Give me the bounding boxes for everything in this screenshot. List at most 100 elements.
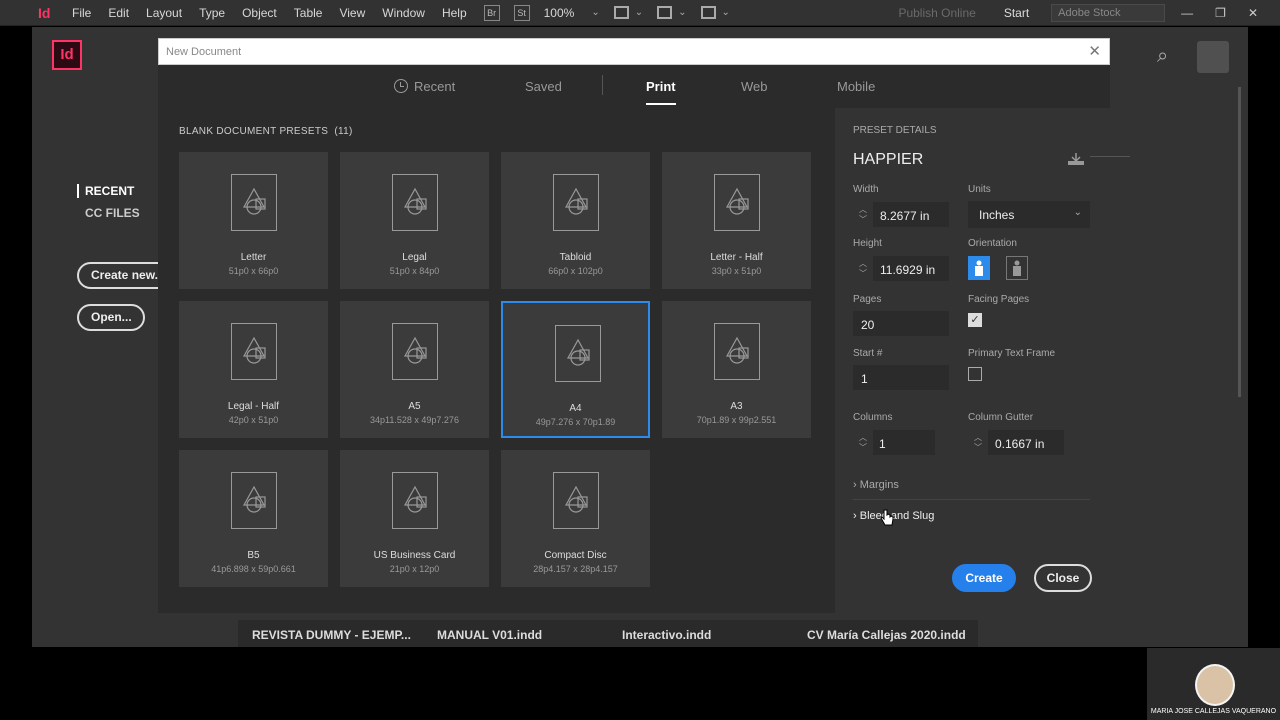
preset-card[interactable]: US Business Card 21p0 x 12p0: [340, 450, 489, 587]
workspace-switcher[interactable]: Start: [1004, 6, 1029, 20]
document-shape-icon: [231, 174, 277, 231]
start-label: Start #: [853, 348, 883, 359]
close-window-icon[interactable]: ✕: [1248, 6, 1258, 20]
preset-card[interactable]: A3 70p1.89 x 99p2.551: [662, 301, 811, 438]
presets-heading: BLANK DOCUMENT PRESETS (11): [179, 126, 353, 137]
nav-cc-files[interactable]: CC FILES: [77, 206, 140, 220]
portrait-icon[interactable]: [968, 256, 990, 280]
document-shape-icon: [392, 472, 438, 529]
pages-value: 20: [861, 318, 875, 332]
preset-card[interactable]: A4 49p7.276 x 70p1.89: [501, 301, 650, 438]
hand-cursor-icon: [880, 508, 894, 528]
recent-file[interactable]: CV María Callejas 2020.indd: [793, 620, 978, 647]
adobe-stock-search[interactable]: Adobe Stock: [1051, 3, 1166, 22]
margins-label: Margins: [859, 479, 899, 491]
maximize-icon[interactable]: ❐: [1215, 6, 1226, 20]
new-document-dialog: New Document ✕ Recent Saved Print Web Mo…: [158, 38, 1130, 613]
width-stepper[interactable]: ︿ ﹀: [859, 205, 867, 225]
dialog-title: New Document: [166, 46, 242, 58]
primary-text-frame-checkbox[interactable]: [968, 367, 982, 381]
chevron-down-icon[interactable]: ⌄: [635, 7, 643, 18]
recent-file[interactable]: MANUAL V01.indd: [423, 620, 608, 647]
facing-pages-label: Facing Pages: [968, 294, 1030, 305]
document-shape-icon: [714, 174, 760, 231]
document-shape-icon: [231, 472, 277, 529]
units-select[interactable]: Inches ⌄: [968, 201, 1090, 228]
preset-size: 70p1.89 x 99p2.551: [696, 415, 777, 425]
chevron-down-icon[interactable]: ⌄: [591, 7, 599, 18]
document-shape-icon: [392, 174, 438, 231]
preset-name: Legal - Half: [227, 401, 280, 412]
menu-layout[interactable]: Layout: [146, 6, 182, 20]
presenter-photo: [1195, 664, 1235, 706]
preset-card[interactable]: Legal 51p0 x 84p0: [340, 152, 489, 289]
save-preset-icon[interactable]: [1067, 152, 1085, 166]
preset-card[interactable]: Letter 51p0 x 66p0: [179, 152, 328, 289]
menu-view[interactable]: View: [339, 6, 365, 20]
tab-recent[interactable]: Recent: [394, 79, 455, 94]
preset-name: Legal: [402, 252, 427, 263]
search-icon[interactable]: ⌕: [1157, 45, 1168, 68]
menu-table[interactable]: Table: [294, 6, 323, 20]
nav-recent[interactable]: RECENT: [77, 184, 140, 198]
columns-stepper[interactable]: ︿ ﹀: [859, 433, 867, 453]
chevron-down-icon[interactable]: ⌄: [722, 7, 730, 18]
minimize-icon[interactable]: —: [1181, 6, 1193, 20]
preset-name: B5: [247, 550, 260, 561]
indesign-logo-small: Id: [38, 4, 51, 21]
preset-name: US Business Card: [373, 550, 456, 561]
menu-window[interactable]: Window: [382, 6, 425, 20]
margins-section[interactable]: › Margins: [853, 479, 899, 491]
preset-card[interactable]: Letter - Half 33p0 x 51p0: [662, 152, 811, 289]
view-options-icon[interactable]: [613, 6, 629, 19]
zoom-level[interactable]: 100%: [544, 6, 575, 20]
tab-label: Recent: [414, 79, 456, 94]
document-shape-icon: [231, 323, 277, 380]
create-button[interactable]: Create: [952, 564, 1016, 592]
menu-bar: Id File Edit Layout Type Object Table Vi…: [0, 0, 1280, 26]
arrange-documents-icon[interactable]: [700, 6, 716, 19]
menu-help[interactable]: Help: [442, 6, 467, 20]
avatar[interactable]: [1197, 41, 1229, 73]
facing-pages-checkbox[interactable]: ✓: [968, 313, 982, 327]
primary-text-frame-label: Primary Text Frame: [968, 348, 1056, 359]
scrollbar[interactable]: [1238, 87, 1241, 397]
open-button[interactable]: Open...: [77, 304, 145, 331]
preset-size: 49p7.276 x 70p1.89: [535, 417, 616, 427]
bridge-icon[interactable]: Br: [483, 4, 500, 21]
chevron-down-icon[interactable]: ⌄: [678, 7, 686, 18]
recent-file[interactable]: Interactivo.indd: [608, 620, 793, 647]
document-shape-icon: [555, 325, 601, 382]
height-stepper[interactable]: ︿ ﹀: [859, 259, 867, 279]
document-shape-icon: [714, 323, 760, 380]
preset-card[interactable]: B5 41p6.898 x 59p0.661: [179, 450, 328, 587]
tab-saved[interactable]: Saved: [525, 79, 562, 94]
stock-icon[interactable]: St: [513, 4, 530, 21]
screen-mode-icon[interactable]: [657, 6, 673, 19]
tab-print[interactable]: Print: [646, 79, 676, 105]
preset-name: Compact Disc: [544, 550, 607, 561]
chevron-right-icon: ›: [853, 479, 857, 491]
preset-card[interactable]: Tabloid 66p0 x 102p0: [501, 152, 650, 289]
webcam-overlay: MARIA JOSE CALLEJAS VAQUERANO: [1147, 648, 1280, 720]
tab-web[interactable]: Web: [741, 79, 768, 94]
recent-files: REVISTA DUMMY - EJEMP... MANUAL V01.indd…: [238, 620, 978, 647]
recent-file[interactable]: REVISTA DUMMY - EJEMP...: [238, 620, 423, 647]
publish-online-button[interactable]: Publish Online: [898, 6, 975, 20]
close-button[interactable]: Close: [1034, 564, 1092, 592]
dialog-titlebar: New Document ✕: [158, 38, 1110, 65]
preset-card[interactable]: Legal - Half 42p0 x 51p0: [179, 301, 328, 438]
menu-object[interactable]: Object: [242, 6, 277, 20]
columns-label: Columns: [853, 412, 893, 423]
preset-name-field[interactable]: HAPPIER: [853, 151, 923, 169]
landscape-icon[interactable]: [1006, 256, 1028, 280]
tab-mobile[interactable]: Mobile: [837, 79, 875, 94]
menu-edit[interactable]: Edit: [108, 6, 129, 20]
close-icon[interactable]: ✕: [1088, 39, 1101, 65]
preset-card[interactable]: A5 34p11.528 x 49p7.276: [340, 301, 489, 438]
preset-card[interactable]: Compact Disc 28p4.157 x 28p4.157: [501, 450, 650, 587]
menu-file[interactable]: File: [72, 6, 91, 20]
menu-type[interactable]: Type: [199, 6, 225, 20]
preset-size: 51p0 x 66p0: [228, 266, 279, 276]
gutter-stepper[interactable]: ︿ ﹀: [974, 433, 982, 453]
